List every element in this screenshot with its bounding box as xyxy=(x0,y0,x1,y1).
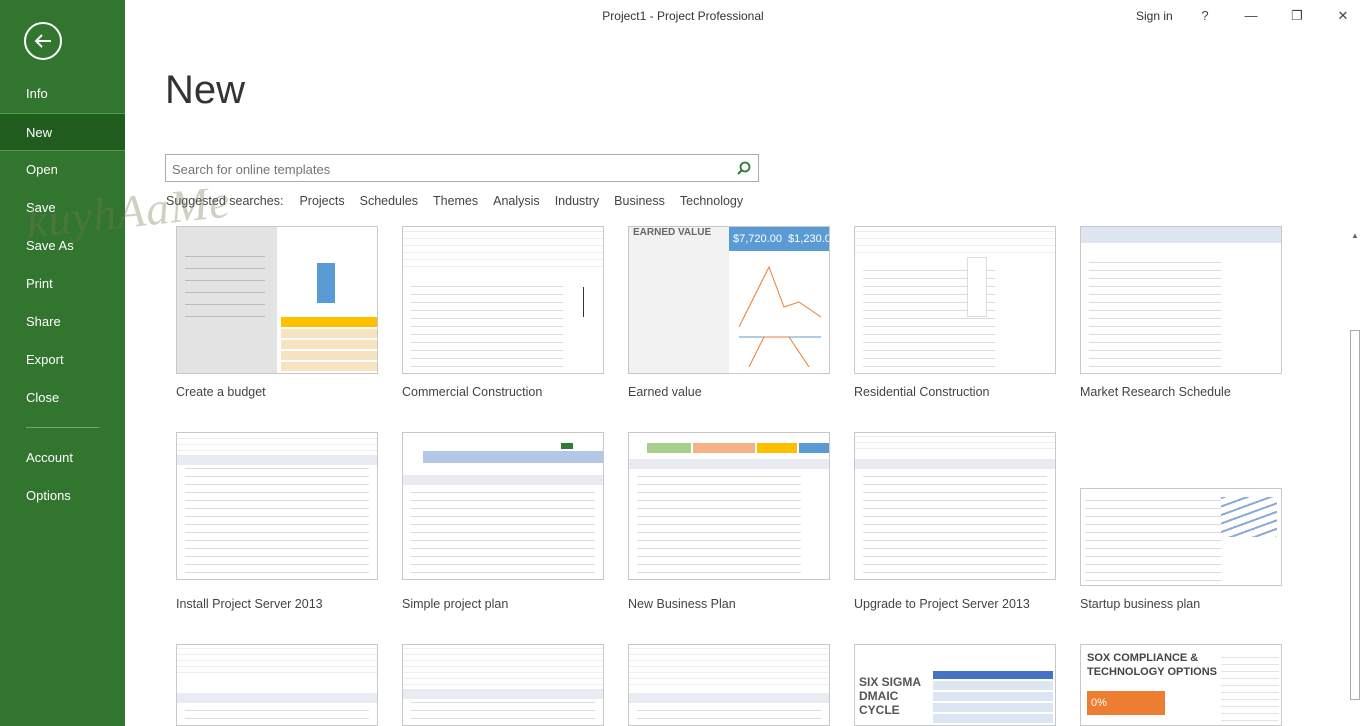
thumbnail-kpi: 0% xyxy=(1087,691,1165,715)
template-search-box[interactable] xyxy=(165,154,759,182)
minimize-icon[interactable]: — xyxy=(1239,6,1263,26)
template-label: Install Project Server 2013 xyxy=(176,597,323,611)
template-thumbnail xyxy=(854,226,1056,374)
thumbnail-title: SIX SIGMA DMAIC CYCLE xyxy=(859,675,921,717)
thumbnail-title: SOX COMPLIANCE & TECHNOLOGY OPTIONS xyxy=(1087,652,1217,678)
nav-open[interactable]: Open xyxy=(0,151,125,189)
template-label: Commercial Construction xyxy=(402,385,543,399)
search-input[interactable] xyxy=(172,160,722,178)
thumbnail-title: EARNED VALUE xyxy=(633,227,712,238)
template-label: Residential Construction xyxy=(854,385,990,399)
sign-in-link[interactable]: Sign in xyxy=(1136,9,1173,23)
template-label: Earned value xyxy=(628,385,702,399)
search-icon[interactable] xyxy=(736,160,752,181)
nav-export[interactable]: Export xyxy=(0,341,125,379)
nav-info[interactable]: Info xyxy=(0,75,125,113)
close-icon[interactable]: ✕ xyxy=(1331,6,1355,26)
nav-new[interactable]: New xyxy=(0,113,125,151)
template-thumbnail xyxy=(1080,226,1282,374)
backstage-sidebar: Info New Open Save Save As Print Share E… xyxy=(0,0,125,726)
template-label: Market Research Schedule xyxy=(1080,385,1231,399)
nav-close[interactable]: Close xyxy=(0,379,125,417)
scroll-thumb[interactable] xyxy=(1350,330,1360,700)
suggested-business[interactable]: Business xyxy=(614,194,665,208)
template-thumbnail xyxy=(628,432,830,580)
page-title: New xyxy=(165,68,246,112)
template-thumbnail: SIX SIGMA DMAIC CYCLE xyxy=(854,644,1056,726)
suggested-schedules[interactable]: Schedules xyxy=(360,194,418,208)
scrollbar[interactable]: ▲ xyxy=(1347,228,1363,726)
template-thumbnail: EARNED VALUE $7,720.00 $1,230.00 xyxy=(628,226,830,374)
scroll-up-icon[interactable]: ▲ xyxy=(1347,228,1363,244)
suggested-industry[interactable]: Industry xyxy=(555,194,599,208)
template-thumbnail xyxy=(402,644,604,726)
template-thumbnail xyxy=(176,644,378,726)
template-thumbnail xyxy=(854,432,1056,580)
suggested-themes[interactable]: Themes xyxy=(433,194,478,208)
template-thumbnail xyxy=(1080,488,1282,586)
template-thumbnail xyxy=(176,432,378,580)
template-label: Startup business plan xyxy=(1080,597,1201,611)
template-thumbnail xyxy=(628,644,830,726)
template-thumbnail xyxy=(402,432,604,580)
suggested-searches: Suggested searches: Projects Schedules T… xyxy=(166,194,758,208)
nav-share[interactable]: Share xyxy=(0,303,125,341)
restore-icon[interactable]: ❐ xyxy=(1285,6,1309,26)
help-icon[interactable]: ? xyxy=(1193,6,1217,26)
window-title: Project1 - Project Professional xyxy=(602,9,764,23)
suggested-analysis[interactable]: Analysis xyxy=(493,194,540,208)
suggested-projects[interactable]: Projects xyxy=(299,194,344,208)
nav-print[interactable]: Print xyxy=(0,265,125,303)
template-label: Upgrade to Project Server 2013 xyxy=(854,597,1030,611)
template-label: New Business Plan xyxy=(628,597,736,611)
template-label: Simple project plan xyxy=(402,597,509,611)
template-thumbnail: SOX COMPLIANCE & TECHNOLOGY OPTIONS 0% xyxy=(1080,644,1282,726)
back-arrow-icon[interactable] xyxy=(24,22,62,60)
nav-options[interactable]: Options xyxy=(0,477,125,515)
title-bar: Project1 - Project Professional Sign in … xyxy=(125,0,1366,32)
template-thumbnail xyxy=(402,226,604,374)
thumbnail-kpi-1: $7,720.00 xyxy=(733,233,782,245)
nav-account[interactable]: Account xyxy=(0,439,125,477)
template-thumbnail xyxy=(176,226,378,374)
nav-divider xyxy=(26,427,99,428)
template-label: Create a budget xyxy=(176,385,266,399)
suggested-technology[interactable]: Technology xyxy=(680,194,743,208)
thumbnail-kpi-2: $1,230.00 xyxy=(788,233,829,245)
